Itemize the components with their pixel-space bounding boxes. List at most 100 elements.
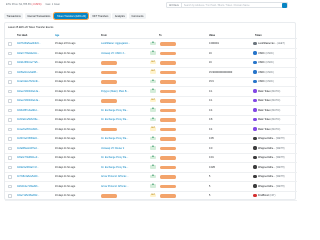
from-address[interactable]: Uniswap V3: USDC 3... [101, 52, 126, 55]
from-address[interactable]: Uniswap V3: Router 2 [101, 147, 124, 150]
txn-hash-link[interactable]: 0x1e20e95f1cd92b... [17, 128, 39, 131]
txn-age: 15 days 23 hrs ago [55, 42, 76, 45]
table-row: 0x9e71d5c08a3bf2... 16 days 11 hrs ago OUT… [5, 191, 297, 201]
table-row: 0x5a3c7f2d8b11e0... 16 days 11 hrs ago 0x:… [5, 153, 297, 163]
table-row: 0x6d24ef0b9a7c1f... 16 days 11 hrs ago 0x:… [5, 163, 297, 173]
eye-icon[interactable] [8, 42, 12, 46]
token-link[interactable]: Wrapped Ethe... (WETH) [258, 175, 285, 178]
transfer-value: 0.000001 [209, 42, 219, 45]
from-address[interactable]: 0x: Exchange Proxy Fla... [101, 156, 128, 159]
eye-icon[interactable] [8, 108, 12, 112]
token-link[interactable]: Lookfitfaster Ex... (LEET) [258, 42, 285, 45]
eye-icon[interactable] [8, 80, 12, 84]
token-icon [253, 79, 257, 84]
from-address[interactable]: 0x: Exchange Proxy Fla... [101, 166, 128, 169]
token-link[interactable]: Matic Token (MATIC) [258, 128, 280, 131]
txn-hash-link[interactable]: 0x6d24ef0b9a7c1f... [17, 166, 39, 169]
token-link[interactable]: FirstBlood (1ST) [258, 194, 275, 197]
tab-analytics[interactable]: Analytics [112, 13, 128, 19]
token-link[interactable]: Matic Token (MATIC) [258, 109, 280, 112]
txn-hash-link[interactable]: 0x0ea7180b46e13a... [17, 90, 40, 93]
txn-hash-link[interactable]: 0x9e71d5c08a3bf2... [17, 194, 39, 197]
txn-hash-link[interactable]: 0x93d3ff7e3ad91d... [17, 109, 39, 112]
tab-comments[interactable]: Comments [128, 13, 147, 19]
token-icon [253, 89, 257, 93]
tab-transactions[interactable]: Transactions [4, 13, 24, 19]
eye-icon[interactable] [8, 89, 12, 93]
eye-icon[interactable] [8, 194, 12, 198]
token-icon [253, 136, 257, 141]
token-icon [253, 70, 257, 74]
token-link[interactable]: Matic Token (MATIC) [258, 99, 280, 102]
txn-hash-link[interactable]: 0x7f18c3a62e5d40... [17, 175, 39, 178]
txn-hash-link[interactable]: 0x0764f0a5ae9b9c6... [17, 42, 41, 45]
tab-token-transfers[interactable]: Token Transfers (ERC-20) [53, 11, 90, 21]
token-link[interactable]: USDC (USDC) [258, 80, 274, 83]
eye-icon[interactable] [8, 146, 12, 150]
eye-icon[interactable] [8, 127, 12, 131]
direction-badge: IN [150, 117, 156, 122]
token-link[interactable]: Wrapped Ethe... (WETH) [258, 166, 285, 169]
token-icon [253, 146, 257, 150]
eye-icon[interactable] [8, 175, 12, 179]
from-address-redacted [101, 194, 117, 198]
eye-icon[interactable] [8, 137, 12, 141]
header-age[interactable]: Age [55, 35, 59, 37]
search-input[interactable]: Search by Address / Txn Hash / Block / T… [182, 4, 250, 7]
from-address[interactable]: 0x: Exchange Proxy Fla... [101, 137, 128, 140]
token-link[interactable]: Matic Token (MATIC) [258, 118, 280, 121]
token-link[interactable]: Wrapped Ethe... (WETH) [258, 147, 285, 150]
to-address-redacted [160, 108, 176, 112]
tab-internal-transactions[interactable]: Internal Transactions [24, 13, 53, 19]
from-address[interactable]: 0x: Exchange Proxy Fla... [101, 118, 128, 121]
search-button[interactable] [281, 3, 287, 9]
txn-age: 16 days 11 hrs ago [55, 80, 76, 83]
transfers-summary: Latest 25 ERC-20 Token Transfer Events [8, 26, 54, 29]
token-link[interactable]: Wrapped Ethe... (WETH) [258, 137, 285, 140]
eye-icon[interactable] [8, 184, 12, 188]
txn-hash-link[interactable]: 0x0a7c73fa9de91c... [17, 52, 39, 55]
txn-hash-link[interactable]: 0x0ea7180b46e13a... [17, 99, 40, 102]
token-link[interactable]: Wrapped Ethe... (WETH) [258, 185, 285, 188]
txn-hash-link[interactable]: 0x8c4b2e71f0ad93... [17, 185, 39, 188]
txn-hash-link[interactable]: 0x0d12f8b41e77a5... [17, 61, 39, 64]
from-address[interactable]: Lookfitfaster: Aggregation... [101, 42, 130, 45]
txn-hash-link[interactable]: 0x3a9f8ac2d4f7a3... [17, 147, 39, 150]
token-icon [253, 155, 257, 160]
transfer-value: 16 [209, 51, 212, 55]
to-address-redacted [160, 42, 176, 46]
txn-hash-link[interactable]: 0x1a31d2e76c9c4b... [17, 80, 40, 83]
from-address[interactable]: 0x: Exchange Proxy Fla... [101, 109, 128, 112]
txn-hash-link[interactable]: 0x0f9ebfc2e3a0f8... [17, 71, 38, 74]
eye-icon[interactable] [8, 99, 12, 103]
search-bar[interactable]: All Filters Search by Address / Txn Hash… [166, 2, 288, 9]
search-filter-select[interactable]: All Filters [167, 3, 182, 7]
direction-badge: IN [150, 165, 156, 169]
from-address[interactable]: Arrow Protocol: APIs Ex... [101, 185, 128, 188]
transfer-value: 0.0 [209, 146, 213, 150]
from-address[interactable]: Arrow Protocol: APIs Ex... [101, 175, 128, 178]
table-row: 0x3a9f8ac2d4f7a3... 16 days 11 hrs ago Uni… [5, 144, 297, 154]
to-address-redacted [160, 70, 176, 74]
txn-hash-link[interactable]: 0x5a3c7f2d8b11e0... [17, 156, 39, 159]
eye-icon[interactable] [8, 51, 12, 55]
direction-badge: OUT [150, 193, 156, 198]
eye-icon[interactable] [8, 156, 12, 160]
token-link[interactable]: USDC (USDC) [258, 52, 274, 55]
eye-icon[interactable] [8, 165, 12, 169]
token-link[interactable]: Matic Token (MATIC) [258, 90, 280, 93]
from-address[interactable]: Polygon (Matic): Plain B... [101, 90, 129, 93]
eye-icon[interactable] [8, 70, 12, 74]
eth-price: ETH Price: $1,785.65 (-0.82%) [6, 3, 42, 6]
txn-hash-link[interactable]: 0x31fa1be5f2fe59e... [17, 118, 39, 121]
txn-age: 16 days 11 hrs ago [55, 137, 76, 140]
eye-icon[interactable] [8, 61, 12, 65]
token-link[interactable]: Wrapped Ethe... (WETH) [258, 156, 285, 159]
token-link[interactable]: USDC (USDC) [258, 61, 274, 64]
eye-icon[interactable] [8, 118, 12, 122]
txn-hash-link[interactable]: 0x3b7de15f6f0d2d... [17, 137, 39, 140]
token-link[interactable]: USDC (USDC) [258, 71, 274, 74]
gas-price[interactable]: Gas: 1 Gwei [46, 3, 60, 6]
tab-nft-transfers[interactable]: NFT Transfers [89, 13, 111, 19]
to-address-redacted [160, 146, 176, 150]
